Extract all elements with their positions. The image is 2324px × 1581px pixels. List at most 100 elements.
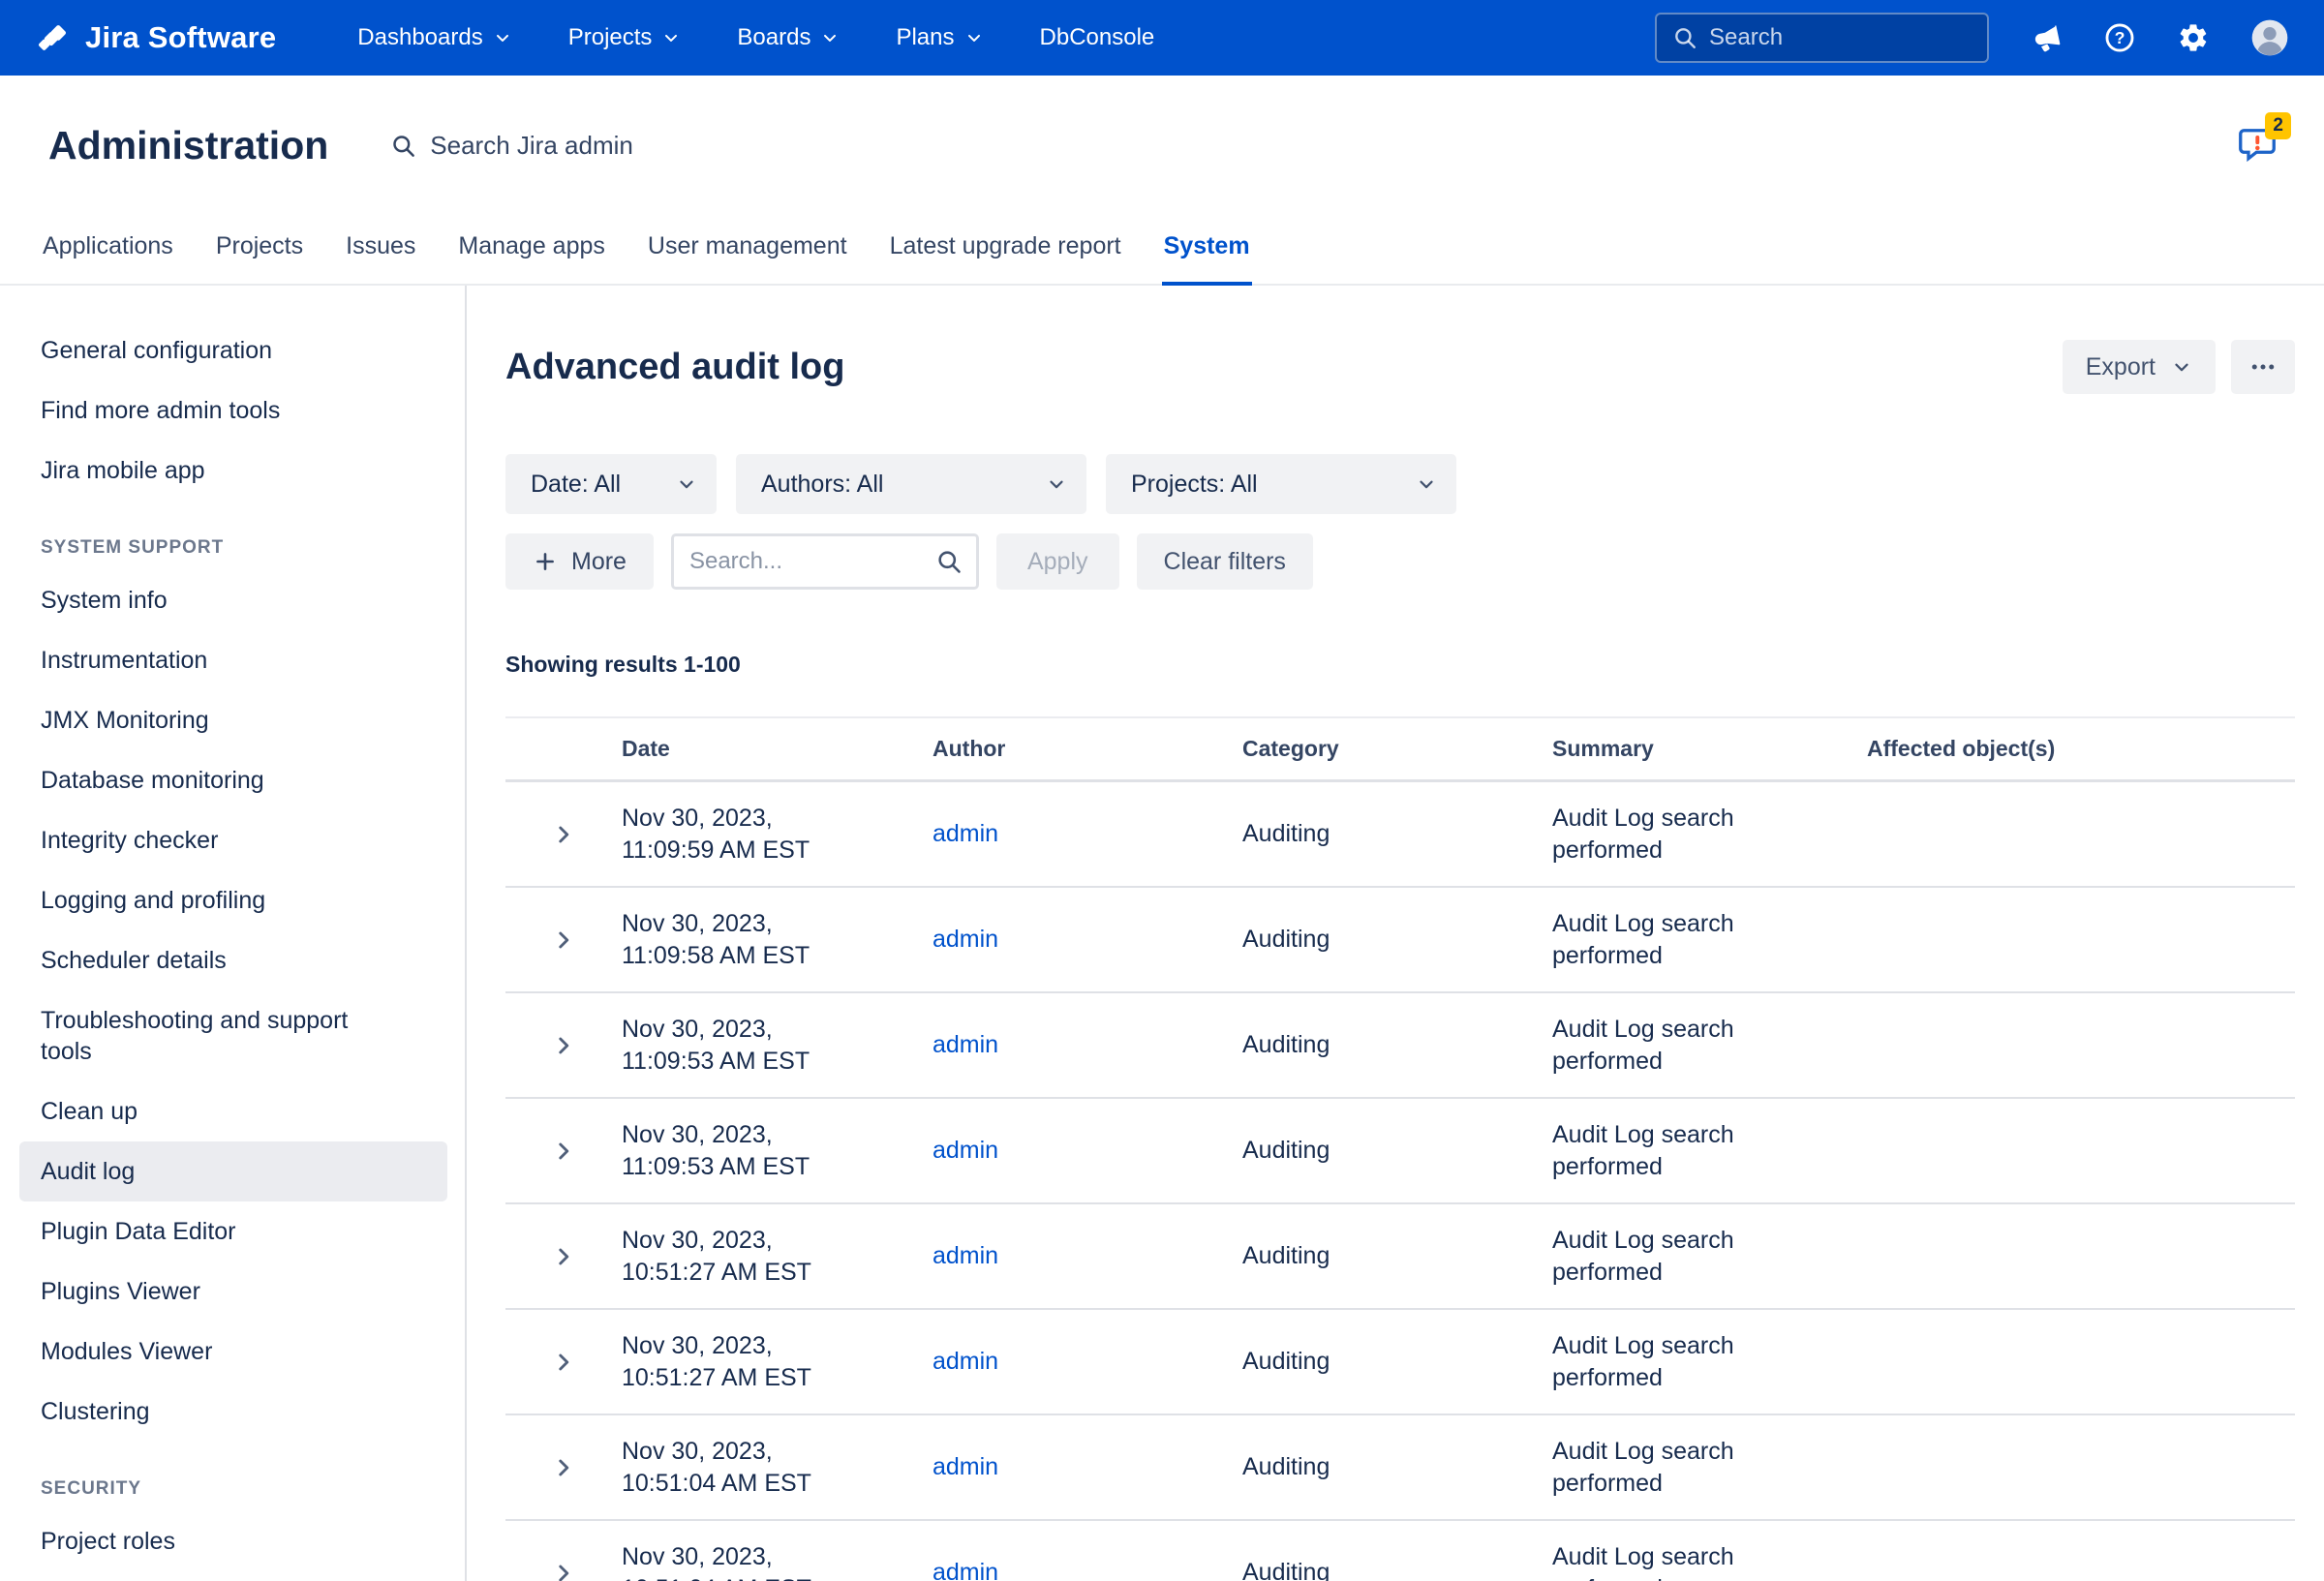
header-summary: Summary bbox=[1552, 736, 1867, 762]
sidebar-item-integrity-checker[interactable]: Integrity checker bbox=[19, 810, 447, 870]
nav-item-boards[interactable]: Boards bbox=[737, 24, 840, 51]
sidebar-item-general-configuration[interactable]: General configuration bbox=[19, 320, 447, 380]
audit-search-input[interactable] bbox=[689, 548, 926, 575]
notification-badge: 2 bbox=[2265, 112, 2291, 140]
sidebar-item-database-monitoring[interactable]: Database monitoring bbox=[19, 750, 447, 810]
more-filters-label: More bbox=[571, 548, 627, 576]
sidebar-item-find-more-admin-tools[interactable]: Find more admin tools bbox=[19, 380, 447, 441]
author-link[interactable]: admin bbox=[933, 926, 998, 953]
sidebar-item-system-info[interactable]: System info bbox=[19, 570, 447, 630]
date-filter-dropdown[interactable]: Date: All bbox=[505, 454, 717, 514]
jira-admin-page: Jira Software Dashboards Projects Boards… bbox=[0, 0, 2324, 1581]
tab-system[interactable]: System bbox=[1162, 232, 1252, 286]
expand-row-icon[interactable] bbox=[545, 816, 582, 853]
ellipsis-icon bbox=[2248, 352, 2278, 381]
audit-category: Auditing bbox=[1242, 818, 1552, 850]
sidebar-item-jmx-monitoring[interactable]: JMX Monitoring bbox=[19, 690, 447, 750]
table-row: Nov 30, 2023,10:51:04 AM EST admin Audit… bbox=[505, 1521, 2295, 1581]
feedback-button[interactable]: 2 bbox=[2237, 124, 2278, 165]
avatar[interactable] bbox=[2250, 18, 2289, 57]
audit-date: Nov 30, 2023,10:51:27 AM EST bbox=[622, 1330, 933, 1393]
table-row: Nov 30, 2023,11:09:59 AM EST admin Audit… bbox=[505, 782, 2295, 888]
audit-category: Auditing bbox=[1242, 1135, 1552, 1167]
chevron-down-icon bbox=[2171, 356, 2192, 378]
audit-category: Auditing bbox=[1242, 1346, 1552, 1378]
global-search-input[interactable] bbox=[1709, 24, 1972, 51]
gear-icon[interactable] bbox=[2177, 21, 2210, 54]
author-link[interactable]: admin bbox=[933, 1559, 998, 1581]
expand-row-icon[interactable] bbox=[545, 1133, 582, 1170]
announcements-icon[interactable] bbox=[2027, 18, 2065, 57]
sidebar-section-security: SECURITY bbox=[0, 1478, 465, 1500]
sidebar-item-scheduler-details[interactable]: Scheduler details bbox=[19, 930, 447, 990]
jira-logo-icon bbox=[35, 20, 70, 55]
sidebar-support-list: System info Instrumentation JMX Monitori… bbox=[0, 570, 465, 1442]
audit-date: Nov 30, 2023,10:51:04 AM EST bbox=[622, 1436, 933, 1499]
author-link[interactable]: admin bbox=[933, 820, 998, 847]
author-link[interactable]: admin bbox=[933, 1031, 998, 1058]
expand-row-icon[interactable] bbox=[545, 922, 582, 958]
expand-row-icon[interactable] bbox=[545, 1238, 582, 1275]
author-link[interactable]: admin bbox=[933, 1453, 998, 1480]
tab-projects[interactable]: Projects bbox=[214, 232, 305, 286]
nav-item-projects[interactable]: Projects bbox=[568, 24, 682, 51]
more-actions-button[interactable] bbox=[2231, 340, 2295, 394]
jira-logo[interactable]: Jira Software bbox=[35, 20, 276, 55]
global-search[interactable] bbox=[1655, 13, 1989, 63]
export-button[interactable]: Export bbox=[2063, 340, 2216, 394]
admin-search-label: Search Jira admin bbox=[430, 131, 633, 161]
tab-manage-apps[interactable]: Manage apps bbox=[456, 232, 607, 286]
help-icon[interactable]: ? bbox=[2103, 21, 2136, 54]
expand-row-icon[interactable] bbox=[545, 1555, 582, 1581]
nav-item-label: Dashboards bbox=[357, 24, 482, 51]
projects-filter-dropdown[interactable]: Projects: All bbox=[1106, 454, 1456, 514]
sidebar-item-jira-mobile-app[interactable]: Jira mobile app bbox=[19, 441, 447, 501]
export-label: Export bbox=[2086, 353, 2156, 381]
nav-item-dbconsole[interactable]: DbConsole bbox=[1040, 24, 1155, 51]
table-row: Nov 30, 2023,11:09:53 AM EST admin Audit… bbox=[505, 1099, 2295, 1204]
author-link[interactable]: admin bbox=[933, 1137, 998, 1164]
results-count: Showing results 1-100 bbox=[505, 652, 2295, 678]
admin-search[interactable]: Search Jira admin bbox=[390, 131, 633, 161]
clear-filters-button[interactable]: Clear filters bbox=[1137, 533, 1313, 590]
author-link[interactable]: admin bbox=[933, 1242, 998, 1269]
expand-row-icon[interactable] bbox=[545, 1027, 582, 1064]
audit-summary: Audit Log search performed bbox=[1552, 1541, 1867, 1581]
sidebar-item-clustering[interactable]: Clustering bbox=[19, 1382, 447, 1442]
sidebar-item-global-permissions[interactable]: Global permissions bbox=[19, 1571, 447, 1581]
nav-item-dashboards[interactable]: Dashboards bbox=[357, 24, 511, 51]
expand-row-icon[interactable] bbox=[545, 1344, 582, 1381]
nav-item-plans[interactable]: Plans bbox=[896, 24, 983, 51]
nav-item-label: DbConsole bbox=[1040, 24, 1155, 51]
tab-user-management[interactable]: User management bbox=[646, 232, 849, 286]
apply-button[interactable]: Apply bbox=[996, 533, 1119, 590]
top-navbar: Jira Software Dashboards Projects Boards… bbox=[0, 0, 2324, 76]
audit-log-table: Date Author Category Summary Affected ob… bbox=[505, 716, 2295, 1581]
header-date: Date bbox=[622, 736, 933, 762]
sidebar-item-instrumentation[interactable]: Instrumentation bbox=[19, 630, 447, 690]
header-category: Category bbox=[1242, 736, 1552, 762]
tab-issues[interactable]: Issues bbox=[344, 232, 417, 286]
tab-latest-upgrade-report[interactable]: Latest upgrade report bbox=[888, 232, 1123, 286]
chevron-down-icon bbox=[1416, 473, 1437, 495]
sidebar-item-plugin-data-editor[interactable]: Plugin Data Editor bbox=[19, 1201, 447, 1262]
sidebar-item-modules-viewer[interactable]: Modules Viewer bbox=[19, 1322, 447, 1382]
nav-item-label: Boards bbox=[737, 24, 810, 51]
sidebar-item-plugins-viewer[interactable]: Plugins Viewer bbox=[19, 1262, 447, 1322]
more-filters-button[interactable]: More bbox=[505, 533, 654, 590]
audit-category: Auditing bbox=[1242, 1451, 1552, 1483]
sidebar-item-project-roles[interactable]: Project roles bbox=[19, 1511, 447, 1571]
author-link[interactable]: admin bbox=[933, 1348, 998, 1375]
authors-filter-dropdown[interactable]: Authors: All bbox=[736, 454, 1086, 514]
sidebar-item-clean-up[interactable]: Clean up bbox=[19, 1081, 447, 1141]
sidebar-item-logging-and-profiling[interactable]: Logging and profiling bbox=[19, 870, 447, 930]
tab-applications[interactable]: Applications bbox=[41, 232, 175, 286]
search-icon bbox=[390, 133, 416, 159]
audit-search[interactable] bbox=[671, 533, 979, 590]
brand-text: Jira Software bbox=[85, 20, 276, 55]
sidebar-item-troubleshooting-and-support-tools[interactable]: Troubleshooting and support tools bbox=[19, 990, 447, 1081]
expand-row-icon[interactable] bbox=[545, 1449, 582, 1486]
sidebar-item-audit-log[interactable]: Audit log bbox=[19, 1141, 447, 1201]
filter-row-2: More Apply Clear filters bbox=[505, 533, 2295, 590]
system-sidebar: General configuration Find more admin to… bbox=[0, 286, 467, 1581]
